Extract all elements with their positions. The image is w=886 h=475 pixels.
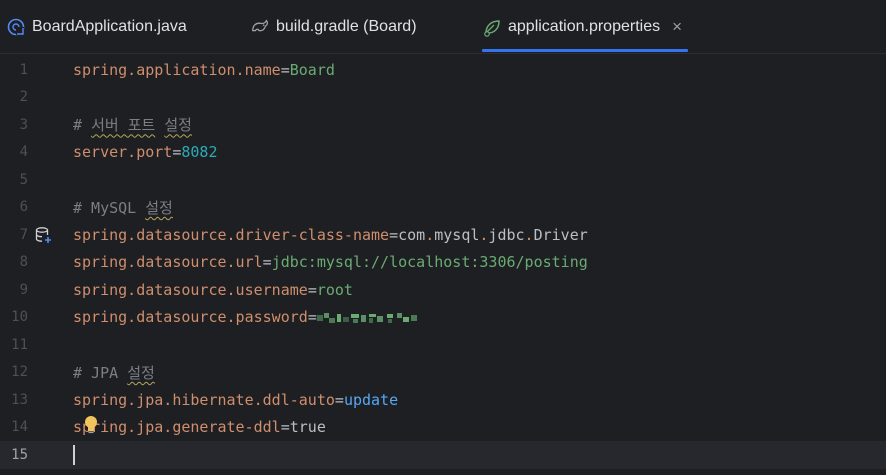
line-number: 15 [11,446,28,463]
line-number: 2 [19,89,28,106]
equals-sign: = [307,280,317,299]
property-key: spring.datasource.url [73,253,263,272]
property-key: spring.datasource.driver-class-name [73,225,390,244]
tab-build-gradle[interactable]: build.gradle (Board) [250,0,417,54]
spring-leaf-icon [482,17,502,37]
line-number: 5 [19,171,28,188]
comment-text: 설정 [145,198,173,217]
code-line: 7 spring.datasource.driver-class-name=co… [0,221,886,249]
line-number: 13 [11,391,28,408]
code-editor[interactable]: 1 spring.application.name=Board 2 3 # 서버… [0,56,886,475]
dot: . [425,225,435,244]
line-number: 7 [19,226,28,243]
property-value: root [316,280,353,299]
comment-separator [155,116,164,134]
code-line: 1 spring.application.name=Board [0,56,886,84]
tab-label: application.properties [508,18,661,35]
property-key: spring.jpa.hibernate.ddl-auto [73,390,335,409]
property-value-part: Driver [533,225,588,244]
active-tab-indicator [482,49,689,52]
redacted-password [316,311,421,325]
line-number: 12 [11,364,28,381]
gradle-icon [250,17,270,37]
line-number: 14 [11,419,28,436]
code-line: 13 spring.jpa.hibernate.ddl-auto=update [0,386,886,414]
property-value-part: jdbc [488,225,525,244]
equals-sign: = [389,225,399,244]
code-line: 11 [0,331,886,359]
comment-prefix: # JPA [73,363,128,382]
property-value: Board [289,60,335,79]
code-line: 12 # JPA 설정 [0,359,886,387]
tab-board-application-java[interactable]: BoardApplication.java [6,0,187,54]
text-caret [73,444,75,465]
comment-text: 서버 포트 [91,116,156,135]
property-value-part: mysql [434,225,480,244]
code-line: 6 # MySQL 설정 [0,194,886,222]
property-value: jdbc:mysql://localhost:3306/posting [271,253,588,272]
code-line: 8 spring.datasource.url=jdbc:mysql://loc… [0,249,886,277]
comment-prefix: # MySQL [73,198,146,217]
code-line: 9 spring.datasource.username=root [0,276,886,304]
property-key: spring.application.name [73,60,281,79]
close-tab-icon[interactable]: × [672,17,682,37]
equals-sign: = [280,60,290,79]
comment: # 서버 포트 설정 [73,114,192,135]
property-value: update [343,390,399,409]
comment-text: 설정 [127,363,155,382]
equals-sign: = [280,418,290,437]
line-number: 11 [11,336,28,353]
code-line-current: 15 [0,441,886,469]
dot: . [524,225,534,244]
line-number: 3 [19,116,28,133]
equals-sign: = [262,253,272,272]
property-key: spring.datasource.password [73,308,308,327]
comment: # JPA 설정 [73,362,155,383]
code-line: 3 # 서버 포트 설정 [0,111,886,139]
property-key: server.port [73,143,173,162]
code-line: 4 server.port=8082 [0,139,886,167]
tab-label: BoardApplication.java [32,18,187,35]
line-number: 6 [19,199,28,216]
line-number: 1 [19,61,28,78]
comment: # MySQL 설정 [73,197,173,218]
property-value-part: com [398,225,426,244]
editor-tab-bar: BoardApplication.java build.gradle (Boar… [0,0,886,54]
comment-prefix: # [73,116,92,135]
code-line: 14 spring.jpa.generate-ddl=true [0,414,886,442]
code-line: 2 [0,84,886,112]
property-value: 8082 [181,143,218,162]
database-icon[interactable] [34,226,52,244]
line-number: 9 [19,281,28,298]
code-line: 5 [0,166,886,194]
property-key: spring.jpa.generate-ddl [73,418,281,437]
java-class-icon [6,17,26,37]
comment-text: 설정 [164,116,192,135]
property-value: true [289,418,326,437]
lightbulb-icon[interactable] [82,414,100,436]
equals-sign: = [307,308,317,327]
line-number: 8 [19,254,28,271]
tab-label: build.gradle (Board) [276,18,417,35]
code-line: 10 spring.datasource.password= [0,304,886,332]
line-number: 4 [19,144,28,161]
tab-application-properties[interactable]: application.properties × [482,0,689,54]
line-number: 10 [11,309,28,326]
equals-sign: = [334,390,344,409]
property-key: spring.datasource.username [73,280,308,299]
